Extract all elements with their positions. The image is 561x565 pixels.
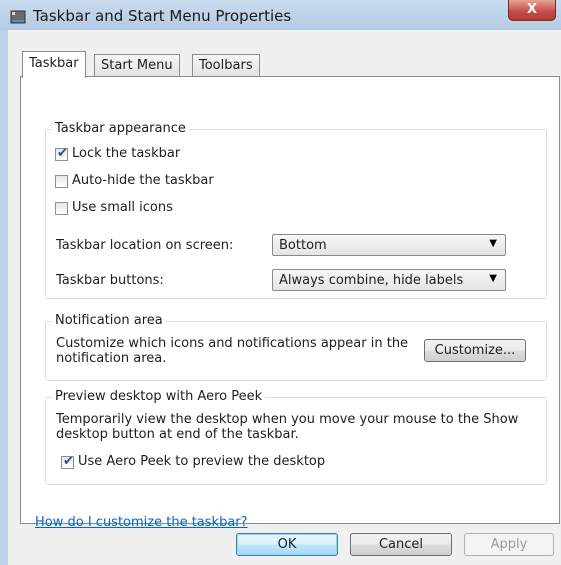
small-icons-label[interactable]: Use small icons	[72, 200, 173, 215]
title-bar[interactable]: Taskbar and Start Menu Properties X	[0, 0, 561, 30]
chevron-down-icon: ▼	[489, 238, 497, 249]
checkmark-icon: ✔	[63, 454, 74, 469]
aero-peek-group: Preview desktop with Aero Peek Temporari…	[45, 389, 547, 485]
notification-description: Customize which icons and notifications …	[56, 336, 409, 366]
properties-window: Taskbar and Start Menu Properties X Task…	[0, 0, 561, 565]
apply-button[interactable]: Apply	[464, 533, 554, 556]
tab-toolbars[interactable]: Toolbars	[192, 54, 260, 77]
dialog-client: Taskbar Start Menu Toolbars Taskbar appe…	[8, 30, 561, 565]
tab-panel: Taskbar appearance ✔ Lock the taskbar Au…	[20, 76, 560, 530]
cancel-button[interactable]: Cancel	[350, 533, 452, 556]
group-legend: Preview desktop with Aero Peek	[52, 389, 266, 404]
location-value: Bottom	[279, 238, 327, 253]
autohide-checkbox[interactable]	[55, 175, 68, 188]
lock-taskbar-checkbox[interactable]: ✔	[55, 146, 68, 161]
tab-taskbar[interactable]: Taskbar	[22, 51, 86, 78]
location-select[interactable]: Bottom ▼	[272, 234, 506, 256]
lock-taskbar-label[interactable]: Lock the taskbar	[72, 146, 180, 161]
group-legend: Notification area	[52, 313, 166, 328]
close-button[interactable]: X	[508, 0, 556, 21]
use-aero-peek-label[interactable]: Use Aero Peek to preview the desktop	[78, 454, 325, 469]
window-title: Taskbar and Start Menu Properties	[33, 7, 292, 25]
buttons-select[interactable]: Always combine, hide labels ▼	[272, 269, 506, 291]
use-aero-peek-checkbox[interactable]: ✔	[61, 454, 74, 469]
group-legend: Taskbar appearance	[52, 121, 189, 136]
ok-button[interactable]: OK	[236, 533, 338, 556]
close-icon: X	[526, 2, 538, 17]
notification-area-group: Notification area Customize which icons …	[45, 313, 547, 381]
taskbar-app-icon	[10, 10, 26, 24]
chevron-down-icon: ▼	[489, 273, 497, 284]
taskbar-appearance-group: Taskbar appearance ✔ Lock the taskbar Au…	[45, 121, 547, 299]
autohide-label[interactable]: Auto-hide the taskbar	[72, 173, 214, 188]
tab-start-menu[interactable]: Start Menu	[94, 54, 180, 77]
buttons-value: Always combine, hide labels	[279, 273, 464, 288]
location-label: Taskbar location on screen:	[56, 238, 234, 253]
buttons-label: Taskbar buttons:	[56, 273, 164, 288]
small-icons-checkbox[interactable]	[55, 202, 68, 215]
customize-button[interactable]: Customize...	[424, 339, 526, 362]
checkmark-icon: ✔	[57, 146, 68, 161]
help-link[interactable]: How do I customize the taskbar?	[35, 515, 248, 530]
peek-description: Temporarily view the desktop when you mo…	[56, 412, 519, 442]
